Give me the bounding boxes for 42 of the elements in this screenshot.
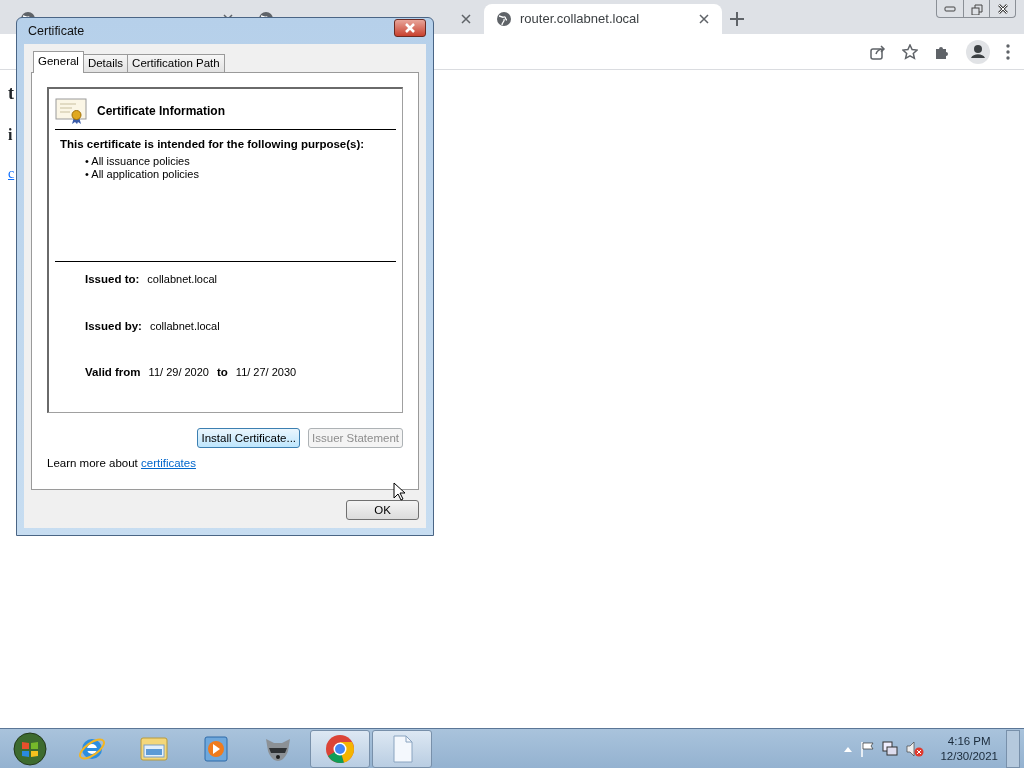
- clock-date[interactable]: 12/30/2021: [940, 748, 998, 764]
- share-icon[interactable]: [870, 43, 886, 60]
- close-icon[interactable]: [698, 13, 710, 25]
- network-icon[interactable]: [882, 740, 899, 757]
- clock-time[interactable]: 4:16 PM: [940, 733, 998, 749]
- star-icon[interactable]: [902, 43, 918, 60]
- field-label: Issued by:: [85, 318, 142, 334]
- new-tab-icon[interactable]: [730, 11, 744, 26]
- ok-button[interactable]: OK: [346, 500, 419, 520]
- start-icon[interactable]: [13, 731, 47, 766]
- close-icon[interactable]: [460, 13, 472, 25]
- page-text: i: [8, 125, 13, 145]
- browser-tab[interactable]: router.collabnet.local: [484, 4, 722, 34]
- field-label: Issued to:: [85, 272, 140, 288]
- certificates-link[interactable]: certificates: [141, 457, 196, 469]
- purpose-heading: This certificate is intended for the following purpose(s):: [60, 137, 366, 152]
- profile-icon[interactable]: [966, 39, 990, 64]
- volume-muted-icon[interactable]: [906, 740, 925, 757]
- purpose-item: • All application policies: [85, 168, 200, 182]
- globe-icon: [496, 11, 512, 27]
- field-label: Valid from: [85, 364, 141, 380]
- learn-more-text: Learn more about certificates: [47, 456, 197, 471]
- page-heading: t: [8, 82, 14, 105]
- field-value: 11/ 29/ 2020: [148, 364, 209, 380]
- window-title: Certificate: [27, 22, 85, 40]
- dialog-tab[interactable]: Details: [82, 54, 129, 72]
- flag-icon[interactable]: [860, 740, 875, 757]
- dialog-tab[interactable]: Certification Path: [127, 54, 225, 72]
- close-button[interactable]: [394, 19, 426, 37]
- section-title: Certificate Information: [97, 103, 225, 120]
- dialog-button[interactable]: Install Certificate...: [197, 428, 301, 448]
- browser-icon[interactable]: [324, 732, 356, 765]
- field-value: 11/ 27/ 2030: [235, 364, 297, 380]
- field-value: collabnet.local: [149, 318, 220, 334]
- certificate-icon: [55, 97, 87, 125]
- purpose-item: • All issuance policies: [85, 155, 191, 169]
- dialog-tab[interactable]: General: [33, 51, 84, 73]
- restore-icon[interactable]: [968, 2, 985, 15]
- page-link[interactable]: c: [8, 163, 15, 184]
- field-label: to: [216, 364, 228, 380]
- field-value: collabnet.local: [147, 272, 218, 288]
- menu-icon[interactable]: [1006, 43, 1010, 60]
